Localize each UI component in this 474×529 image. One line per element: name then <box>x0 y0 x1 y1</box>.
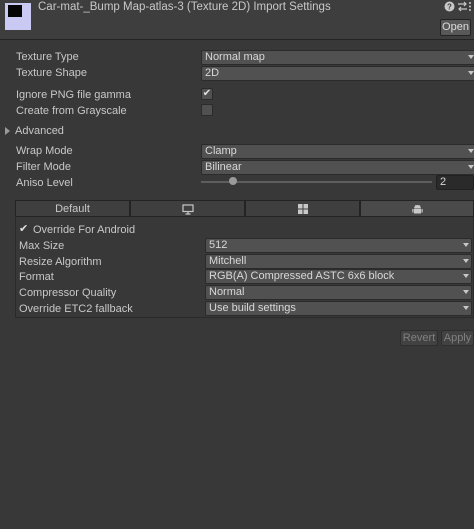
max-size-value: 512 <box>209 239 228 251</box>
format-dropdown[interactable]: RGB(A) Compressed ASTC 6x6 block <box>205 269 472 284</box>
chevron-down-icon <box>468 71 474 75</box>
aniso-level-label: Aniso Level <box>16 177 73 189</box>
wrap-mode-label: Wrap Mode <box>16 145 73 157</box>
aniso-level-slider-handle[interactable] <box>229 177 237 185</box>
tab-android[interactable] <box>360 200 474 217</box>
resize-algorithm-label: Resize Algorithm <box>19 256 102 268</box>
chevron-down-icon <box>463 259 469 263</box>
compressor-quality-value: Normal <box>209 286 245 298</box>
format-label: Format <box>19 271 54 283</box>
wrap-mode-value: Clamp <box>205 145 237 157</box>
max-size-dropdown[interactable]: 512 <box>205 238 472 253</box>
ignore-png-gamma-label: Ignore PNG file gamma <box>16 89 131 101</box>
texture-shape-label: Texture Shape <box>16 67 87 79</box>
revert-button[interactable]: Revert <box>400 330 438 346</box>
texture-shape-dropdown[interactable]: 2D <box>201 66 474 81</box>
chevron-down-icon <box>463 243 469 247</box>
open-button[interactable]: Open <box>440 19 471 36</box>
create-from-grayscale-checkbox[interactable] <box>201 104 213 116</box>
filter-mode-value: Bilinear <box>205 161 242 173</box>
apply-button[interactable]: Apply <box>441 330 474 346</box>
override-etc2-fallback-value: Use build settings <box>209 302 296 314</box>
max-size-label: Max Size <box>19 240 65 252</box>
format-value: RGB(A) Compressed ASTC 6x6 block <box>209 270 395 282</box>
more-icon[interactable] <box>467 1 473 13</box>
texture-shape-value: 2D <box>205 67 220 79</box>
chevron-down-icon <box>463 290 469 294</box>
inspector-title: Car-mat-_Bump Map-atlas-3 (Texture 2D) I… <box>38 1 331 13</box>
texture-type-value: Normal map <box>205 51 265 63</box>
override-for-android-label: Override For Android <box>33 224 136 236</box>
foldout-arrow-icon <box>5 127 10 135</box>
svg-text:?: ? <box>447 3 452 12</box>
wrap-mode-dropdown[interactable]: Clamp <box>201 144 474 159</box>
compressor-quality-dropdown[interactable]: Normal <box>205 285 472 300</box>
aniso-level-field[interactable]: 2 <box>436 175 474 190</box>
help-icon[interactable]: ? <box>443 1 455 13</box>
override-etc2-fallback-label: Override ETC2 fallback <box>19 303 133 315</box>
chevron-down-icon <box>463 306 469 310</box>
texture-thumbnail <box>5 3 31 30</box>
chevron-down-icon <box>468 55 474 59</box>
platform-tabs: Default <box>15 200 474 217</box>
chevron-down-icon <box>468 149 474 153</box>
override-etc2-fallback-dropdown[interactable]: Use build settings <box>205 301 472 316</box>
ignore-png-gamma-checkbox[interactable]: ✔ <box>201 88 213 100</box>
android-icon <box>411 204 423 214</box>
filter-mode-dropdown[interactable]: Bilinear <box>201 160 474 175</box>
resize-algorithm-dropdown[interactable]: Mitchell <box>205 254 472 269</box>
inspector-header: Car-mat-_Bump Map-atlas-3 (Texture 2D) I… <box>0 0 474 40</box>
create-from-grayscale-label: Create from Grayscale <box>16 105 127 117</box>
resize-algorithm-value: Mitchell <box>209 255 247 267</box>
tab-default[interactable]: Default <box>15 200 130 217</box>
tab-windows[interactable] <box>245 200 360 217</box>
advanced-label: Advanced <box>15 125 64 137</box>
texture-type-dropdown[interactable]: Normal map <box>201 50 474 65</box>
chevron-down-icon <box>463 274 469 278</box>
windows-icon <box>297 204 308 214</box>
texture-type-label: Texture Type <box>16 51 79 63</box>
tab-standalone[interactable] <box>130 200 245 217</box>
monitor-icon <box>181 204 194 215</box>
override-for-android-checkbox[interactable]: ✔ <box>19 224 29 235</box>
filter-mode-label: Filter Mode <box>16 161 72 173</box>
compressor-quality-label: Compressor Quality <box>19 287 117 299</box>
chevron-down-icon <box>468 165 474 169</box>
